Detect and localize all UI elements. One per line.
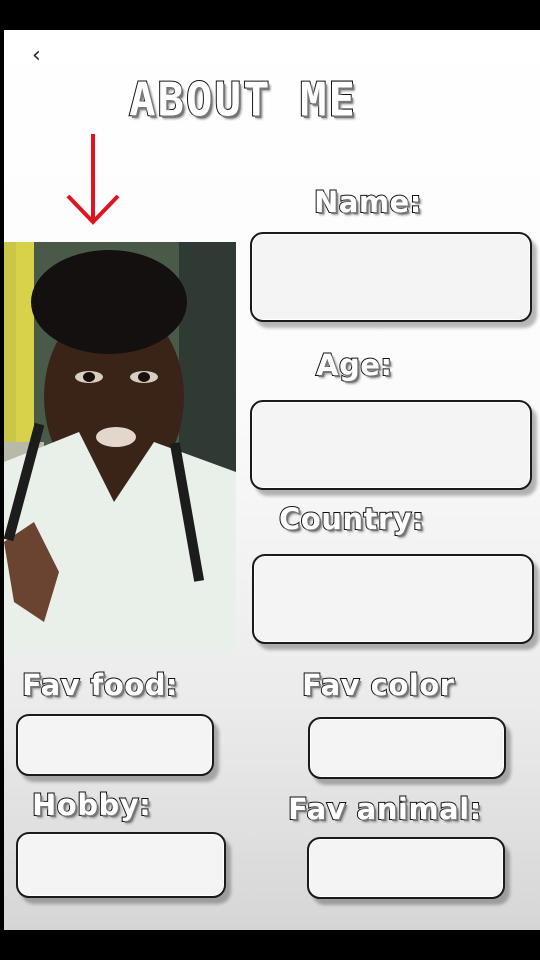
fav-color-label: Fav color (301, 667, 455, 703)
fav-food-field[interactable] (16, 714, 214, 776)
fav-food-label: Fav food: (21, 667, 179, 703)
chevron-left-icon[interactable]: ‹ (32, 45, 48, 67)
page-title: ABOUT ME (128, 73, 357, 129)
profile-photo (4, 242, 236, 654)
fav-color-field[interactable] (308, 717, 506, 779)
fav-animal-label: Fav animal: (287, 791, 482, 827)
hobby-field[interactable] (16, 832, 226, 898)
age-field[interactable] (250, 400, 532, 490)
name-label: Name: (313, 184, 422, 220)
about-me-sheet: ‹ ABOUT ME Name: Age: Country: Fav food:… (4, 30, 540, 930)
name-field[interactable] (250, 232, 532, 322)
red-down-arrow-icon (66, 134, 120, 225)
hobby-label: Hobby: (31, 787, 152, 823)
country-field[interactable] (252, 554, 534, 644)
age-label: Age: (315, 347, 393, 383)
country-label: Country: (278, 501, 425, 537)
fav-animal-field[interactable] (307, 837, 505, 899)
